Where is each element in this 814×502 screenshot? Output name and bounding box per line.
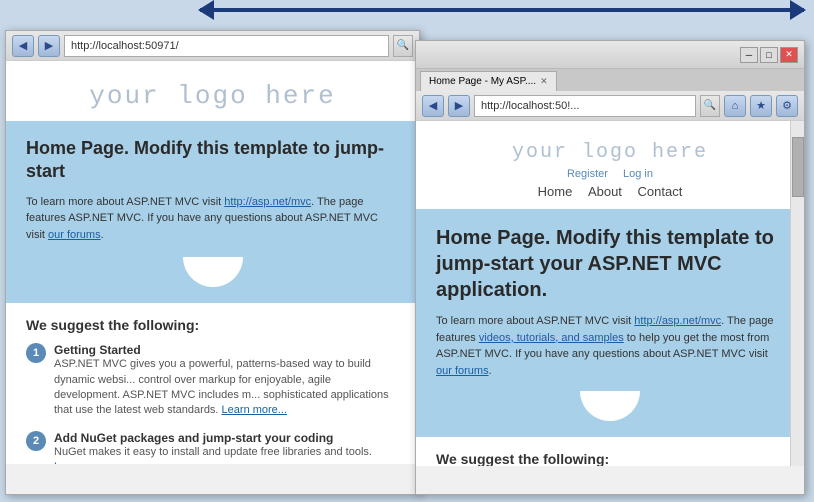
- scroll-thumb[interactable]: [792, 137, 804, 197]
- item-title-2: Add NuGet packages and jump-start your c…: [54, 431, 399, 445]
- login-link[interactable]: Log in: [623, 168, 653, 180]
- left-hero-title-bold: Home Page.: [26, 138, 129, 158]
- tab-close[interactable]: ✕: [540, 76, 548, 87]
- right-hero-title: Home Page. Modify this template to jump-…: [436, 225, 784, 303]
- forward-icon: ▶: [455, 99, 463, 112]
- tab-label: Home Page - My ASP....: [429, 76, 536, 87]
- nav-contact[interactable]: Contact: [638, 184, 683, 199]
- list-item: 1 Getting Started ASP.NET MVC gives you …: [26, 343, 399, 419]
- close-button[interactable]: ✕: [780, 47, 798, 63]
- window-controls: ─ □ ✕: [740, 47, 798, 63]
- right-browser-toolbar: ◀ ▶ http://localhost:50!... 🔍 ⌂ ★ ⚙: [416, 91, 804, 121]
- right-tab-bar: Home Page - My ASP.... ✕: [416, 69, 804, 91]
- item-number-2: 2: [26, 431, 46, 451]
- minimize-icon: ─: [746, 50, 752, 60]
- right-scrollbar[interactable]: [790, 121, 804, 466]
- right-hero-desc-1: To learn more about ASP.NET MVC visit: [436, 315, 634, 327]
- minimize-button[interactable]: ─: [740, 47, 758, 63]
- right-forward-button[interactable]: ▶: [448, 95, 470, 117]
- left-page-content: your logo here Home Page. Modify this te…: [6, 61, 419, 464]
- right-auth-links: Register Log in: [416, 168, 804, 180]
- maximize-icon: □: [766, 50, 771, 60]
- item-title-1: Getting Started: [54, 343, 399, 357]
- forward-button[interactable]: ▶: [38, 35, 60, 57]
- left-search-button[interactable]: 🔍: [393, 35, 413, 57]
- nav-home[interactable]: Home: [538, 184, 573, 199]
- right-hero-wave: [580, 391, 640, 421]
- home-button[interactable]: ⌂: [724, 95, 746, 117]
- back-icon: ◀: [19, 39, 27, 52]
- forward-icon: ▶: [45, 39, 53, 52]
- back-button[interactable]: ◀: [12, 35, 34, 57]
- item-number-1: 1: [26, 343, 46, 363]
- width-arrow: [200, 8, 804, 12]
- left-address-bar[interactable]: http://localhost:50971/: [64, 35, 389, 57]
- left-suggest-title: We suggest the following:: [26, 317, 399, 333]
- item-content-1: Getting Started ASP.NET MVC gives you a …: [54, 343, 399, 419]
- arrow-line: [200, 8, 804, 12]
- left-browser-window: ◀ ▶ http://localhost:50971/ 🔍 your logo …: [5, 30, 420, 495]
- search-icon: 🔍: [397, 40, 409, 51]
- right-content-area: We suggest the following: Getting Starte…: [416, 437, 804, 466]
- right-address-bar[interactable]: http://localhost:50!...: [474, 95, 696, 117]
- right-hero-section: Home Page. Modify this template to jump-…: [416, 209, 804, 437]
- right-hero-link-2[interactable]: videos, tutorials, and samples: [479, 332, 624, 344]
- left-site-header: your logo here: [6, 61, 419, 121]
- gear-button[interactable]: ⚙: [776, 95, 798, 117]
- item-link-2[interactable]: Learn more...: [54, 461, 119, 464]
- right-nav-links: Home About Contact: [416, 184, 804, 199]
- left-hero-title: Home Page. Modify this template to jump-…: [26, 137, 399, 184]
- right-titlebar: ─ □ ✕: [416, 41, 804, 69]
- item-link-1[interactable]: Learn more...: [222, 404, 287, 416]
- left-hero-section: Home Page. Modify this template to jump-…: [6, 121, 419, 303]
- left-hero-desc-1: To learn more about ASP.NET MVC visit: [26, 196, 224, 208]
- right-hero-title-bold: Home Page.: [436, 227, 550, 249]
- list-item: 2 Add NuGet packages and jump-start your…: [26, 431, 399, 464]
- left-hero-link-1[interactable]: http://asp.net/mvc: [224, 196, 311, 208]
- search-icon: 🔍: [704, 100, 716, 111]
- left-address-text: http://localhost:50971/: [71, 40, 179, 52]
- gear-icon: ⚙: [782, 99, 792, 112]
- left-content-area: We suggest the following: 1 Getting Star…: [6, 303, 419, 464]
- right-suggest-title: We suggest the following:: [436, 451, 784, 466]
- arrow-left-head: [198, 0, 214, 20]
- home-icon: ⌂: [732, 100, 739, 112]
- close-icon: ✕: [785, 49, 793, 60]
- item-desc-1: ASP.NET MVC gives you a powerful, patter…: [54, 357, 399, 419]
- star-button[interactable]: ★: [750, 95, 772, 117]
- nav-about[interactable]: About: [588, 184, 622, 199]
- right-content-wrapper: your logo here Register Log in Home Abou…: [416, 121, 804, 466]
- register-link[interactable]: Register: [567, 168, 608, 180]
- left-hero-desc: To learn more about ASP.NET MVC visit ht…: [26, 194, 399, 244]
- arrow-right-head: [790, 0, 806, 20]
- right-hero-desc: To learn more about ASP.NET MVC visit ht…: [436, 313, 784, 379]
- left-hero-link-2[interactable]: our forums: [48, 229, 101, 241]
- right-site-header: your logo here Register Log in Home Abou…: [416, 121, 804, 209]
- right-search-button[interactable]: 🔍: [700, 95, 720, 117]
- right-logo: your logo here: [416, 141, 804, 164]
- right-hero-link-3[interactable]: our forums: [436, 365, 489, 377]
- right-address-text: http://localhost:50!...: [481, 100, 579, 112]
- right-page-content: your logo here Register Log in Home Abou…: [416, 121, 804, 466]
- left-browser-toolbar: ◀ ▶ http://localhost:50971/ 🔍: [6, 31, 419, 61]
- right-hero-desc-4: .: [489, 365, 492, 377]
- right-hero-link-1[interactable]: http://asp.net/mvc: [634, 315, 721, 327]
- right-back-button[interactable]: ◀: [422, 95, 444, 117]
- star-icon: ★: [756, 99, 766, 112]
- left-logo: your logo here: [6, 81, 419, 111]
- left-hero-wave: [183, 257, 243, 287]
- item-content-2: Add NuGet packages and jump-start your c…: [54, 431, 399, 464]
- back-icon: ◀: [429, 99, 437, 112]
- browser-tab[interactable]: Home Page - My ASP.... ✕: [420, 71, 557, 91]
- left-hero-desc-3: .: [101, 229, 104, 241]
- right-browser-window: ─ □ ✕ Home Page - My ASP.... ✕ ◀ ▶ http:…: [415, 40, 805, 495]
- item-desc-2: NuGet makes it easy to install and updat…: [54, 445, 399, 464]
- maximize-button[interactable]: □: [760, 47, 778, 63]
